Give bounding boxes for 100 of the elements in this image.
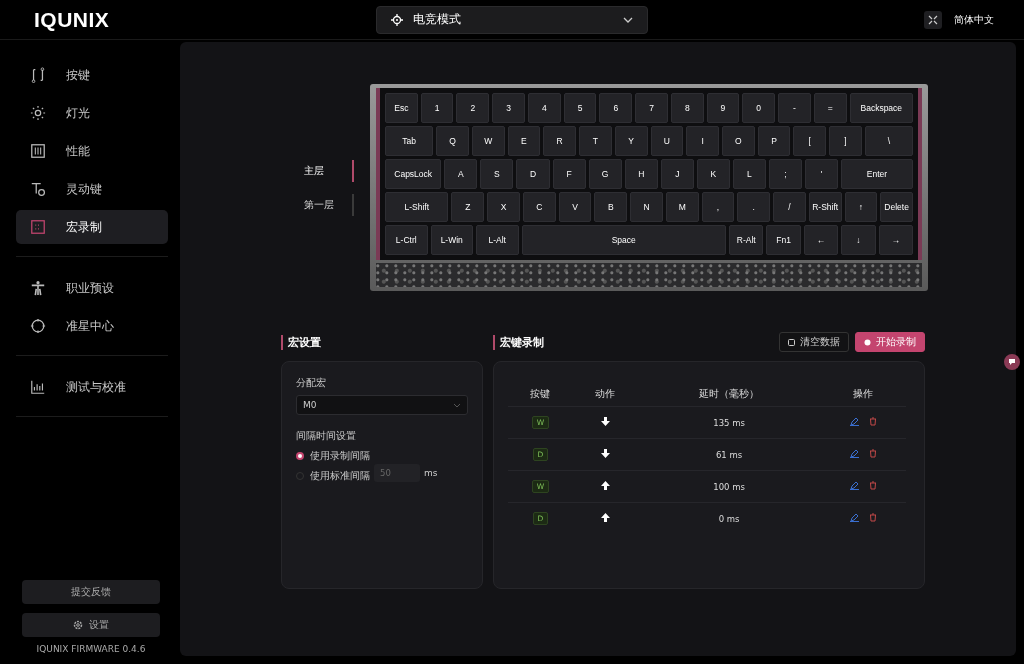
key[interactable]: E bbox=[507, 126, 541, 156]
key[interactable]: 9 bbox=[706, 93, 740, 123]
key[interactable]: R-Alt bbox=[729, 225, 764, 255]
feedback-button[interactable]: 提交反馈 bbox=[22, 580, 160, 604]
key[interactable]: R bbox=[543, 126, 577, 156]
sidebar-item[interactable]: 灵动键 bbox=[16, 172, 168, 206]
sidebar-item[interactable]: 按键 bbox=[16, 58, 168, 92]
column-header: 按键 bbox=[530, 388, 551, 399]
key[interactable]: I bbox=[686, 126, 719, 156]
key[interactable]: X bbox=[487, 192, 520, 222]
clear-data-button[interactable]: 清空数据 bbox=[779, 332, 849, 352]
key[interactable]: Enter bbox=[841, 159, 913, 189]
pencil-icon[interactable] bbox=[849, 449, 859, 458]
delay-value: 135 ms bbox=[713, 417, 745, 428]
key[interactable]: T bbox=[579, 126, 612, 156]
crosshair-icon bbox=[391, 13, 403, 26]
sidebar-item[interactable]: 职业预设 bbox=[16, 271, 168, 305]
pencil-icon[interactable] bbox=[849, 481, 859, 490]
delay-value: 0 ms bbox=[718, 513, 740, 524]
sidebar-item[interactable]: 性能 bbox=[16, 134, 168, 168]
key[interactable]: L-Shift bbox=[385, 192, 449, 222]
person-icon bbox=[30, 280, 46, 296]
section-title: 宏设置 bbox=[281, 334, 321, 350]
key[interactable]: 1 bbox=[420, 93, 454, 123]
key[interactable]: Z bbox=[451, 192, 485, 222]
pencil-icon[interactable] bbox=[849, 417, 859, 426]
key[interactable]: W bbox=[471, 126, 505, 156]
key[interactable]: Esc bbox=[385, 93, 418, 123]
key[interactable]: Space bbox=[521, 225, 726, 255]
section-title: 宏键录制 bbox=[493, 334, 544, 350]
key[interactable]: J bbox=[660, 159, 694, 189]
key[interactable]: B bbox=[594, 192, 628, 222]
key[interactable]: Tab bbox=[385, 126, 434, 156]
key[interactable]: P bbox=[757, 126, 791, 156]
key[interactable]: ] bbox=[829, 126, 862, 156]
key[interactable]: Y bbox=[614, 126, 648, 156]
key[interactable]: L bbox=[732, 159, 766, 189]
radio-option[interactable]: 使用标准间隔 bbox=[296, 469, 370, 483]
grid-square-icon bbox=[30, 219, 46, 235]
key[interactable]: C bbox=[522, 192, 556, 222]
pencil-icon[interactable] bbox=[849, 513, 859, 522]
key[interactable]: Fn1 bbox=[766, 225, 801, 255]
key[interactable]: 4 bbox=[527, 93, 561, 123]
key[interactable]: U bbox=[650, 126, 684, 156]
sliders-icon bbox=[30, 143, 46, 159]
key[interactable]: 0 bbox=[742, 93, 776, 123]
key[interactable]: 5 bbox=[563, 93, 597, 123]
key[interactable]: Backspace bbox=[849, 93, 913, 123]
key[interactable]: H bbox=[624, 159, 658, 189]
key[interactable]: L-Alt bbox=[476, 225, 519, 255]
key[interactable]: → bbox=[878, 225, 914, 255]
key[interactable]: [ bbox=[793, 126, 827, 156]
key[interactable]: L-Ctrl bbox=[385, 225, 428, 255]
key[interactable]: ← bbox=[803, 225, 839, 255]
key[interactable]: Q bbox=[436, 126, 469, 156]
gear-icon bbox=[73, 620, 83, 630]
column-header: 延时（毫秒） bbox=[699, 388, 760, 399]
key[interactable]: 7 bbox=[635, 93, 668, 123]
key[interactable]: L-Win bbox=[430, 225, 473, 255]
sidebar-item[interactable]: 准星中心 bbox=[16, 309, 168, 343]
language-selector[interactable]: 简体中文 bbox=[954, 12, 994, 27]
mode-dropdown[interactable]: 电竞模式 bbox=[376, 5, 648, 34]
macro-select[interactable]: M0 bbox=[296, 395, 468, 415]
key[interactable]: S bbox=[480, 159, 514, 189]
key[interactable]: 3 bbox=[492, 93, 525, 123]
start-recording-button[interactable]: 开始录制 bbox=[855, 332, 925, 352]
settings-button[interactable]: 设置 bbox=[22, 613, 160, 637]
key[interactable]: - bbox=[778, 93, 811, 123]
key[interactable]: O bbox=[721, 126, 755, 156]
key[interactable]: ' bbox=[805, 159, 839, 189]
layer-tab[interactable]: 第一层 bbox=[304, 193, 354, 216]
fullscreen-button[interactable] bbox=[924, 10, 942, 29]
layer-tab[interactable]: 主层 bbox=[304, 159, 354, 182]
key[interactable]: 8 bbox=[670, 93, 704, 123]
key[interactable]: 6 bbox=[599, 93, 633, 123]
key[interactable]: K bbox=[696, 159, 730, 189]
sidebar-item[interactable]: 灯光 bbox=[16, 96, 168, 130]
key[interactable]: V bbox=[558, 192, 592, 222]
key[interactable]: F bbox=[552, 159, 586, 189]
key[interactable]: D bbox=[516, 159, 550, 189]
key[interactable]: Delete bbox=[880, 192, 913, 222]
key[interactable]: / bbox=[773, 192, 806, 222]
record-dot-icon bbox=[864, 338, 871, 346]
key[interactable]: M bbox=[665, 192, 699, 222]
key[interactable]: ↑ bbox=[844, 192, 878, 222]
key[interactable]: N bbox=[630, 192, 663, 222]
key[interactable]: G bbox=[588, 159, 622, 189]
key[interactable]: , bbox=[701, 192, 735, 222]
key[interactable]: . bbox=[737, 192, 771, 222]
sidebar-item[interactable]: 宏录制 bbox=[16, 210, 168, 244]
key[interactable]: 2 bbox=[456, 93, 490, 123]
radio-option[interactable]: 使用录制间隔 bbox=[296, 449, 370, 463]
key[interactable]: \ bbox=[864, 126, 913, 156]
key[interactable]: A bbox=[444, 159, 478, 189]
sidebar-item[interactable]: 测试与校准 bbox=[16, 370, 168, 404]
key[interactable]: CapsLock bbox=[385, 159, 442, 189]
key[interactable]: ; bbox=[768, 159, 802, 189]
key[interactable]: ↓ bbox=[841, 225, 876, 255]
key[interactable]: R-Shift bbox=[808, 192, 842, 222]
key[interactable]: = bbox=[813, 93, 847, 123]
